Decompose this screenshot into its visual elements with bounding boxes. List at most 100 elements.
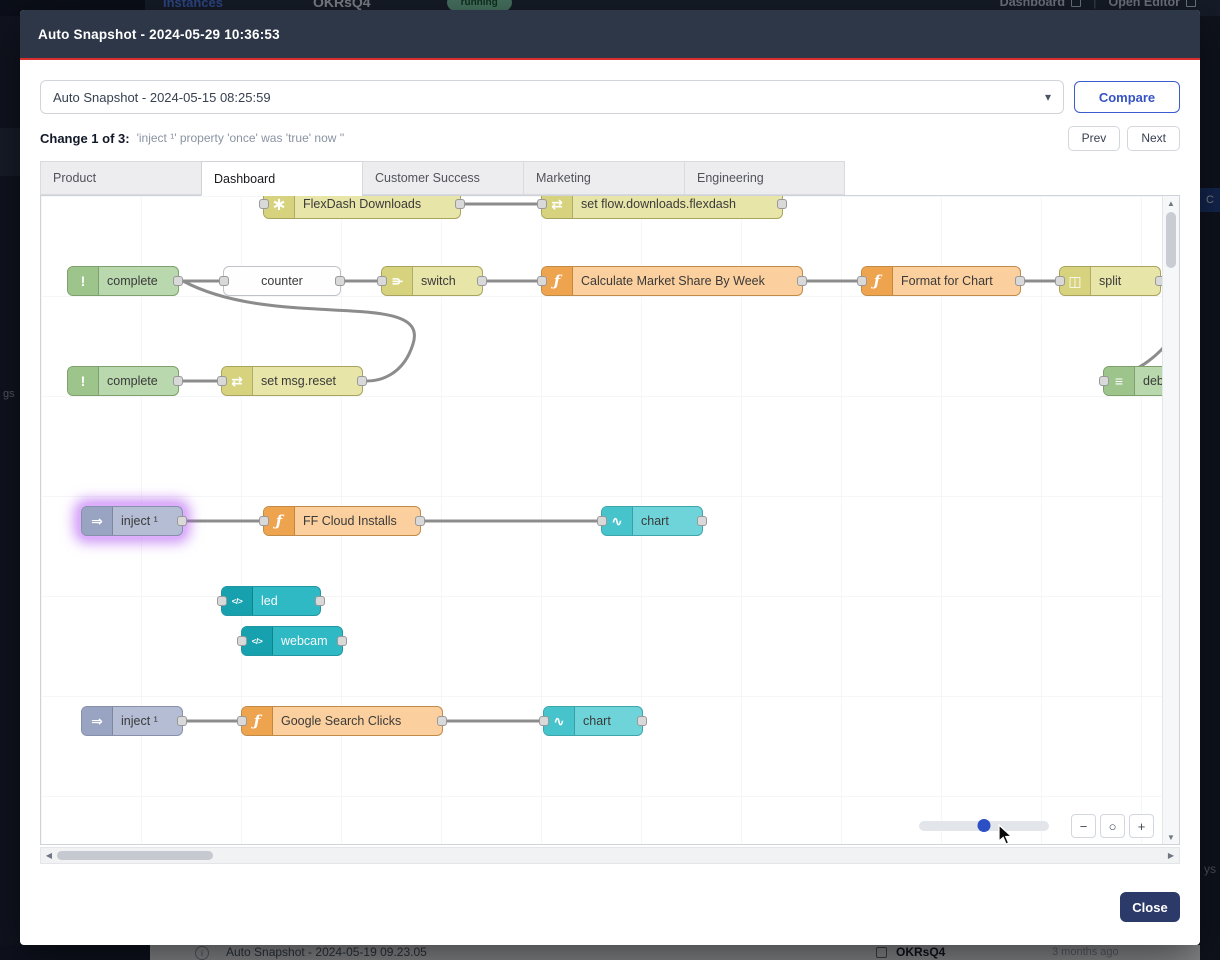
vertical-scrollbar-thumb[interactable]: [1166, 212, 1176, 268]
flow-node-led[interactable]: </>led: [221, 586, 321, 616]
node-label: Calculate Market Share By Week: [573, 267, 802, 295]
node-port-out: [337, 636, 347, 646]
node-label: set flow.downloads.flexdash: [573, 196, 782, 218]
tab-marketing[interactable]: Marketing: [523, 161, 684, 195]
node-port-out: [177, 516, 187, 526]
node-port-out: [797, 276, 807, 286]
tab-customer-success[interactable]: Customer Success: [362, 161, 523, 195]
flow-node-complete1[interactable]: !complete: [67, 266, 179, 296]
zoom-in-button[interactable]: +: [1129, 814, 1154, 838]
scroll-up-icon[interactable]: ▲: [1163, 196, 1179, 210]
node-port-in: [259, 516, 269, 526]
snapshot-select[interactable]: Auto Snapshot - 2024-05-15 08:25:59 ▾: [40, 80, 1064, 114]
node-port-in: [537, 276, 547, 286]
node-label: complete: [99, 267, 178, 295]
flow-node-debug[interactable]: ≡debug: [1103, 366, 1162, 396]
node-port-in: [219, 276, 229, 286]
node-port-out: [415, 516, 425, 526]
flow-node-ff-cloud[interactable]: ƒFF Cloud Installs: [263, 506, 421, 536]
zoom-slider-thumb[interactable]: [978, 819, 991, 832]
node-port-in: [259, 199, 269, 209]
flow-node-google[interactable]: ƒGoogle Search Clicks: [241, 706, 443, 736]
node-label: switch: [413, 267, 482, 295]
flow-node-flexdash[interactable]: ∗FlexDash Downloads: [263, 196, 461, 219]
node-port-out: [455, 199, 465, 209]
node-port-out: [1155, 276, 1162, 286]
scroll-right-icon[interactable]: ▶: [1163, 851, 1179, 860]
node-port-in: [537, 199, 547, 209]
node-label: led: [253, 587, 320, 615]
node-label: chart: [633, 507, 702, 535]
node-label: FF Cloud Installs: [295, 507, 420, 535]
node-port-out: [315, 596, 325, 606]
node-port-out: [173, 276, 183, 286]
node-port-out: [173, 376, 183, 386]
node-port-out: [1015, 276, 1025, 286]
modal-body: Auto Snapshot - 2024-05-15 08:25:59 ▾ Co…: [20, 60, 1200, 945]
node-label: Format for Chart: [893, 267, 1020, 295]
inject-icon: ⇒: [82, 507, 113, 535]
tab-dashboard[interactable]: Dashboard: [201, 161, 362, 196]
compare-button[interactable]: Compare: [1074, 81, 1180, 113]
complete-icon: !: [68, 367, 99, 395]
zoom-controls: − ○ +: [919, 814, 1154, 838]
change-detail-text: 'inject ¹' property 'once' was 'true' no…: [137, 131, 345, 145]
zoom-out-button[interactable]: −: [1071, 814, 1096, 838]
horizontal-scrollbar-thumb[interactable]: [57, 851, 213, 860]
node-port-out: [437, 716, 447, 726]
inject-icon: ⇒: [82, 707, 113, 735]
scroll-left-icon[interactable]: ◀: [41, 851, 57, 860]
flow-node-switch[interactable]: ⋔switch: [381, 266, 483, 296]
flow-node-inject2[interactable]: ⇒inject ¹: [81, 706, 183, 736]
flow-node-format[interactable]: ƒFormat for Chart: [861, 266, 1021, 296]
flow-node-webcam[interactable]: </>webcam: [241, 626, 343, 656]
next-change-button[interactable]: Next: [1127, 126, 1180, 151]
node-port-out: [177, 716, 187, 726]
node-port-out: [637, 716, 647, 726]
node-label: inject ¹: [113, 707, 182, 735]
node-label: complete: [99, 367, 178, 395]
node-port-in: [857, 276, 867, 286]
flow-diff-viewer: − ○ + ∗FlexDash Downloads ⇄set flow.downl…: [40, 195, 1180, 845]
flow-canvas[interactable]: − ○ + ∗FlexDash Downloads ⇄set flow.downl…: [41, 196, 1162, 844]
node-port-out: [777, 199, 787, 209]
node-label: split: [1091, 267, 1160, 295]
snapshot-compare-modal: Auto Snapshot - 2024-05-29 10:36:53 Auto…: [20, 10, 1200, 945]
flow-node-inject1[interactable]: ⇒inject ¹: [81, 506, 183, 536]
node-label: FlexDash Downloads: [295, 196, 460, 218]
node-label: debug: [1135, 367, 1162, 395]
node-label: counter: [224, 267, 340, 295]
flow-node-counter[interactable]: counter: [223, 266, 341, 296]
horizontal-scrollbar[interactable]: ◀ ▶: [40, 847, 1180, 864]
zoom-slider[interactable]: [919, 821, 1049, 831]
node-port-out: [335, 276, 345, 286]
vertical-scrollbar[interactable]: ▲ ▼: [1162, 196, 1179, 844]
node-port-in: [539, 716, 549, 726]
flow-node-set-reset[interactable]: ⇄set msg.reset: [221, 366, 363, 396]
complete-icon: !: [68, 267, 99, 295]
tab-engineering[interactable]: Engineering: [684, 161, 845, 195]
tab-product[interactable]: Product: [40, 161, 201, 195]
scroll-down-icon[interactable]: ▼: [1163, 830, 1179, 844]
zoom-reset-button[interactable]: ○: [1100, 814, 1125, 838]
change-counter-label: Change 1 of 3:: [40, 131, 130, 146]
prev-change-button[interactable]: Prev: [1068, 126, 1121, 151]
chevron-down-icon: ▾: [1045, 90, 1051, 104]
node-port-in: [237, 636, 247, 646]
node-label: webcam: [273, 627, 342, 655]
flow-node-set-flexdash[interactable]: ⇄set flow.downloads.flexdash: [541, 196, 783, 219]
node-label: Google Search Clicks: [273, 707, 442, 735]
flow-node-chart1[interactable]: ∿chart: [601, 506, 703, 536]
node-port-out: [697, 516, 707, 526]
close-button[interactable]: Close: [1120, 892, 1180, 922]
node-port-in: [377, 276, 387, 286]
flow-node-chart2[interactable]: ∿chart: [543, 706, 643, 736]
node-port-in: [1055, 276, 1065, 286]
node-label: inject ¹: [113, 507, 182, 535]
flow-node-split[interactable]: ◫split: [1059, 266, 1161, 296]
node-label: set msg.reset: [253, 367, 362, 395]
flow-node-complete2[interactable]: !complete: [67, 366, 179, 396]
modal-header: Auto Snapshot - 2024-05-29 10:36:53: [20, 10, 1200, 60]
flow-node-calc[interactable]: ƒCalculate Market Share By Week: [541, 266, 803, 296]
snapshot-select-value: Auto Snapshot - 2024-05-15 08:25:59: [53, 90, 271, 105]
